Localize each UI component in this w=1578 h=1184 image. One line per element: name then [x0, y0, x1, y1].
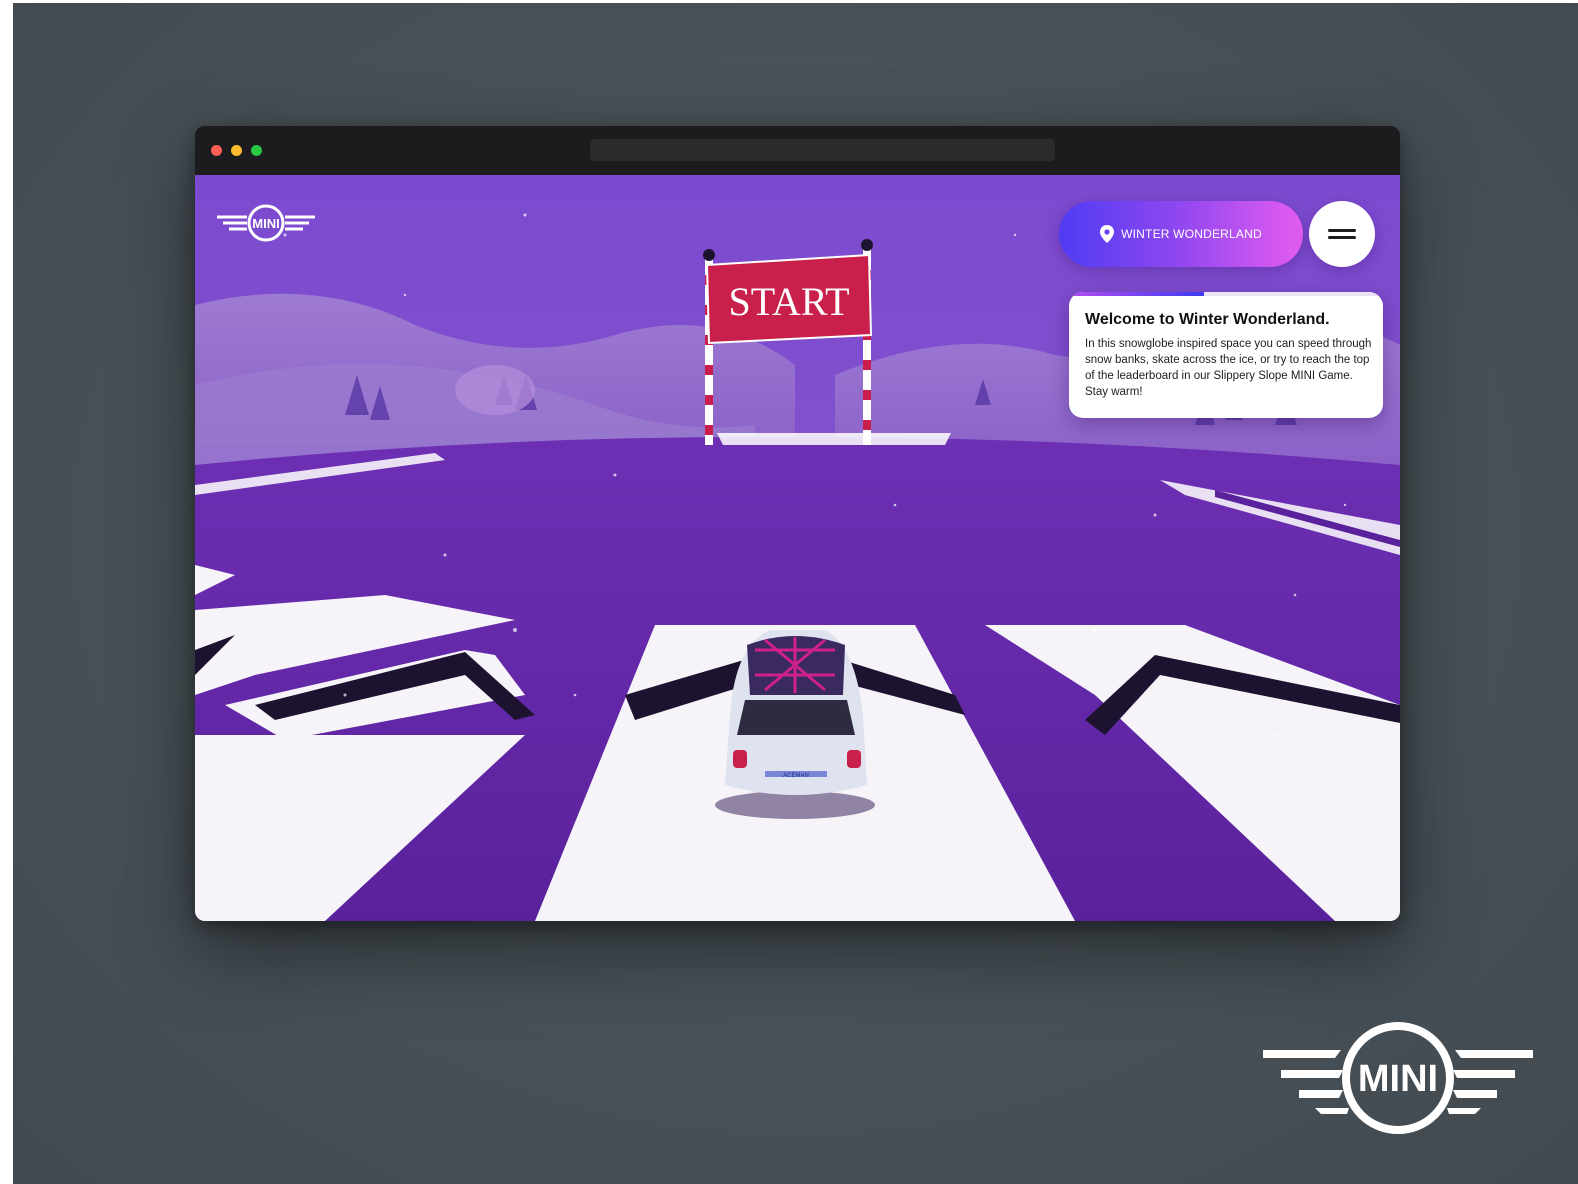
info-progress-bar — [1069, 292, 1383, 296]
hamburger-menu-icon — [1328, 227, 1356, 241]
minimize-window-button[interactable] — [231, 145, 242, 156]
game-viewport[interactable]: START ACEMAN MINI WINTER WONDERLAND Welc… — [195, 175, 1400, 921]
mini-brand-logo-text: MINI — [1358, 1058, 1438, 1100]
location-label: WINTER WONDERLAND — [1121, 227, 1262, 241]
location-button[interactable]: WINTER WONDERLAND — [1059, 201, 1303, 267]
address-bar[interactable] — [590, 139, 1055, 161]
info-progress-fill — [1069, 292, 1205, 296]
close-window-button[interactable] — [211, 145, 222, 156]
browser-window: START ACEMAN MINI WINTER WONDERLAND Welc… — [195, 126, 1400, 921]
car-badge-text: ACEMAN — [783, 773, 809, 779]
map-pin-icon — [1100, 225, 1115, 243]
mini-logo[interactable]: MINI — [217, 201, 315, 245]
menu-button[interactable] — [1309, 201, 1375, 267]
browser-titlebar — [195, 126, 1400, 175]
info-card-title: Welcome to Winter Wonderland. — [1085, 311, 1330, 328]
mini-logo-text: MINI — [252, 216, 279, 231]
mini-brand-logo-large: MINI — [1263, 1022, 1533, 1134]
maximize-window-button[interactable] — [251, 145, 262, 156]
info-card: Welcome to Winter Wonderland. In this sn… — [1069, 292, 1383, 418]
winter-wonderland-scene[interactable]: START ACEMAN — [195, 175, 1400, 921]
start-sign-text: START — [728, 279, 849, 324]
snow-dome — [455, 365, 535, 415]
info-card-body: In this snowglobe inspired space you can… — [1085, 338, 1372, 398]
